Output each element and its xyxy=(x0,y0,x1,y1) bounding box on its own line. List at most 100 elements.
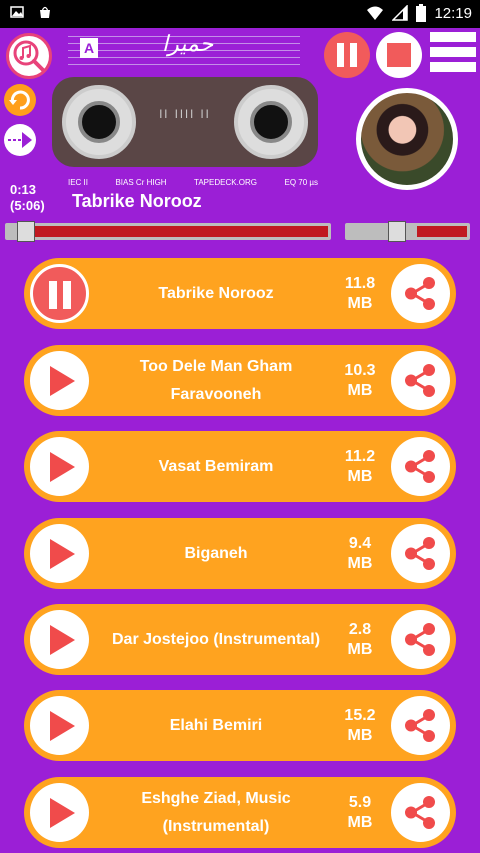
share-button[interactable] xyxy=(391,437,450,496)
track-size-value: 10.3 xyxy=(344,361,376,379)
track-size-unit: MB xyxy=(347,726,373,744)
battery-icon xyxy=(416,4,427,22)
track-row[interactable]: Too Dele Man Gham Faravooneh 10.3 MB xyxy=(24,345,456,416)
track-size-unit: MB xyxy=(347,640,373,658)
track-play-button[interactable] xyxy=(30,783,89,842)
play-icon xyxy=(50,539,75,569)
right-reel xyxy=(234,85,308,159)
seek-slider[interactable] xyxy=(5,221,331,242)
volume-slider[interactable] xyxy=(345,221,470,242)
track-play-button[interactable] xyxy=(30,524,89,583)
arrow-right-icon xyxy=(8,132,32,148)
cassette-label: A حمیرا xyxy=(68,30,300,68)
seek-handle[interactable] xyxy=(17,221,35,242)
play-icon xyxy=(50,366,75,396)
cassette-signature: حمیرا xyxy=(162,32,214,57)
play-icon xyxy=(50,452,75,482)
share-icon xyxy=(405,796,435,829)
track-size-unit: MB xyxy=(347,554,373,572)
track-size-value: 15.2 xyxy=(344,706,376,724)
share-button[interactable] xyxy=(391,610,450,669)
track-title: Dar Jostejoo (Instrumental) xyxy=(111,630,321,648)
share-button[interactable] xyxy=(391,696,450,755)
tape-window: ǀǀ ǀǀǀǀ ǀǀ xyxy=(159,107,211,121)
share-icon xyxy=(405,537,435,570)
track-size: 10.3 MB xyxy=(336,345,384,416)
music-search-icon xyxy=(13,40,45,72)
play-icon xyxy=(50,798,75,828)
share-button[interactable] xyxy=(391,264,450,323)
share-button[interactable] xyxy=(391,783,450,842)
pause-icon xyxy=(63,281,71,309)
stop-button[interactable] xyxy=(376,32,422,78)
share-button[interactable] xyxy=(391,524,450,583)
time-display: 0:13 (5:06) xyxy=(10,182,45,214)
stop-icon xyxy=(387,43,411,67)
spec-bias: BIAS Cr HIGH xyxy=(115,178,167,187)
track-title: Elahi Bemiri xyxy=(169,716,263,734)
track-title: Biganeh xyxy=(184,544,248,562)
track-size-value: 2.8 xyxy=(348,620,372,638)
track-size: 9.4 MB xyxy=(336,518,384,589)
track-row[interactable]: Eshghe Ziad, Music (Instrumental) 5.9 MB xyxy=(24,777,456,848)
status-bar: 12:19 xyxy=(0,0,480,28)
share-icon xyxy=(405,450,435,483)
track-row[interactable]: Biganeh 9.4 MB xyxy=(24,518,456,589)
volume-handle[interactable] xyxy=(388,221,406,242)
cassette-specs: IEC II BIAS Cr HIGH TAPEDECK.ORG EQ 70 µ… xyxy=(68,178,318,187)
menu-button[interactable] xyxy=(430,32,476,78)
signal-icon xyxy=(392,5,409,21)
cassette-tape-graphic: ǀǀ ǀǀǀǀ ǀǀ xyxy=(52,77,318,167)
track-size-value: 11.8 xyxy=(344,274,376,292)
total-duration: (5:06) xyxy=(10,198,45,213)
share-button[interactable] xyxy=(391,351,450,410)
share-icon xyxy=(405,277,435,310)
next-track-button[interactable] xyxy=(4,124,36,156)
cassette-side: A xyxy=(80,38,98,58)
track-size-value: 5.9 xyxy=(348,793,372,811)
track-row[interactable]: Elahi Bemiri 15.2 MB xyxy=(24,690,456,761)
track-play-button[interactable] xyxy=(30,696,89,755)
pause-icon xyxy=(337,43,357,67)
track-play-button[interactable] xyxy=(30,610,89,669)
track-row[interactable]: Vasat Bemiram 11.2 MB xyxy=(24,431,456,502)
track-size: 2.8 MB xyxy=(336,604,384,675)
track-size: 5.9 MB xyxy=(336,777,384,848)
track-size-unit: MB xyxy=(347,381,373,399)
track-row[interactable]: Tabrike Norooz 11.8 MB xyxy=(24,258,456,329)
menu-icon xyxy=(430,32,476,42)
share-icon xyxy=(405,709,435,742)
track-size-value: 9.4 xyxy=(348,534,372,552)
pause-button[interactable] xyxy=(324,32,370,78)
album-cover xyxy=(356,88,458,190)
shopping-bag-icon xyxy=(40,6,50,18)
share-icon xyxy=(405,623,435,656)
track-pause-button[interactable] xyxy=(30,264,89,323)
track-size-value: 11.2 xyxy=(344,447,376,465)
track-size: 15.2 MB xyxy=(336,690,384,761)
share-icon xyxy=(405,364,435,397)
wifi-icon xyxy=(367,6,384,20)
play-icon xyxy=(50,711,75,741)
spec-iec: IEC II xyxy=(68,178,89,187)
play-icon xyxy=(50,625,75,655)
spec-site: TAPEDECK.ORG xyxy=(194,178,258,187)
track-play-button[interactable] xyxy=(30,351,89,410)
repeat-button[interactable] xyxy=(4,84,36,116)
elapsed-time: 0:13 xyxy=(10,182,37,197)
pause-icon xyxy=(49,281,57,309)
track-play-button[interactable] xyxy=(30,437,89,496)
track-title: Eshghe Ziad, Music (Instrumental) xyxy=(141,789,291,835)
left-reel xyxy=(62,85,136,159)
search-music-button[interactable] xyxy=(6,33,52,79)
track-size: 11.2 MB xyxy=(336,431,384,502)
gallery-icon xyxy=(10,6,24,18)
track-size: 11.8 MB xyxy=(336,258,384,329)
clock: 12:19 xyxy=(434,4,472,22)
spec-eq: EQ 70 µs xyxy=(284,178,318,187)
repeat-icon xyxy=(9,90,30,110)
track-title: Vasat Bemiram xyxy=(158,457,274,475)
track-title: Tabrike Norooz xyxy=(158,284,274,302)
track-row[interactable]: Dar Jostejoo (Instrumental) 2.8 MB xyxy=(24,604,456,675)
now-playing-title: Tabrike Norooz xyxy=(72,191,202,211)
